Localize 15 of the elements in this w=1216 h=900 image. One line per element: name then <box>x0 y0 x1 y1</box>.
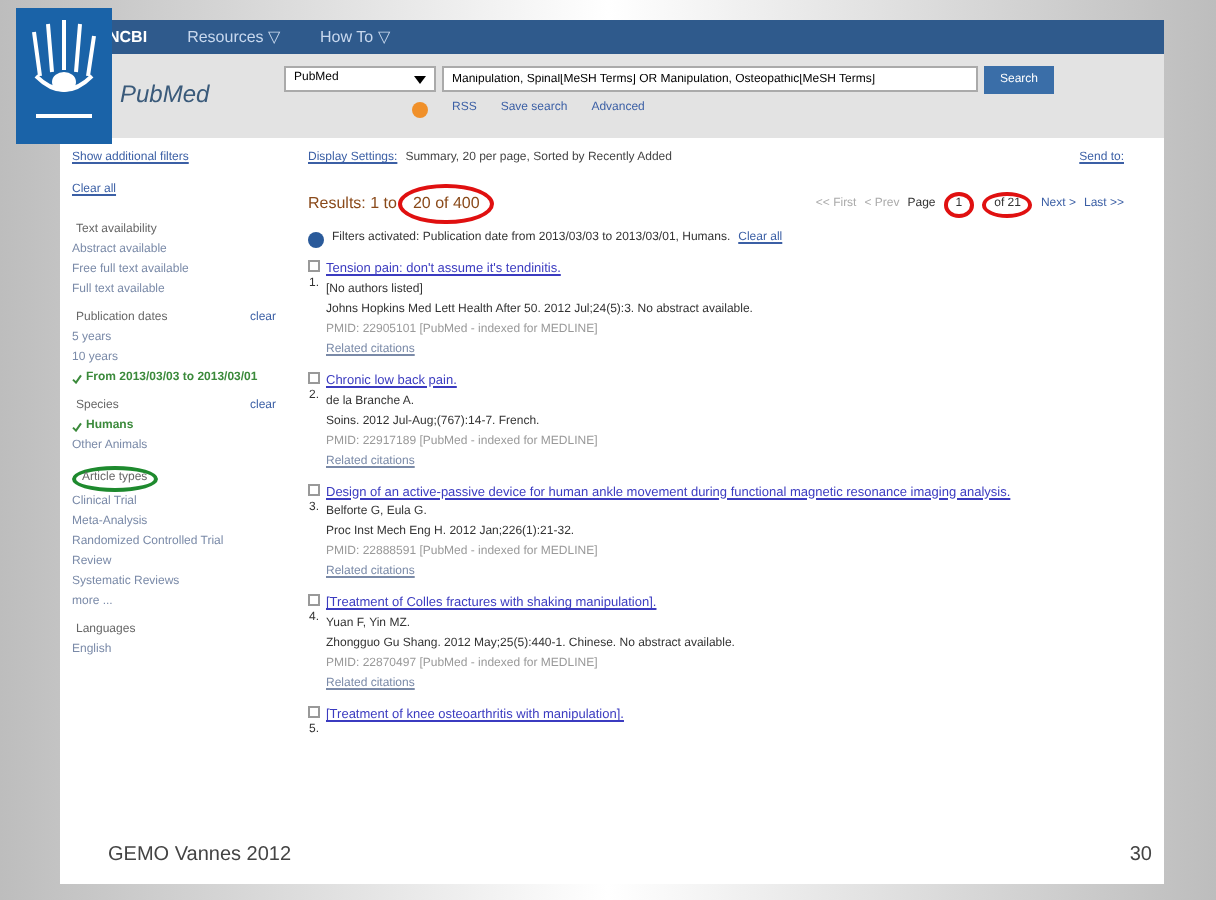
rss-icon <box>412 101 428 117</box>
menu-link[interactable]: How To ▽ <box>320 25 390 49</box>
slide-number: 30 <box>1129 842 1152 870</box>
pubmed-logo: PubMed <box>120 80 210 108</box>
checkbox[interactable] <box>308 594 320 607</box>
menu-link[interactable]: Resources ▽ <box>187 25 281 49</box>
dropdown-caret-icon <box>414 75 426 83</box>
results-range: 20 of 400 <box>398 184 494 224</box>
checkbox[interactable] <box>308 483 320 495</box>
slide-footer: GEMO Vannes 2012 <box>108 840 292 870</box>
info-icon <box>308 231 324 247</box>
checkbox[interactable] <box>308 260 320 272</box>
checkbox[interactable] <box>308 371 320 384</box>
checkbox[interactable] <box>308 706 320 718</box>
results-count: Results: 1 to <box>308 192 397 216</box>
